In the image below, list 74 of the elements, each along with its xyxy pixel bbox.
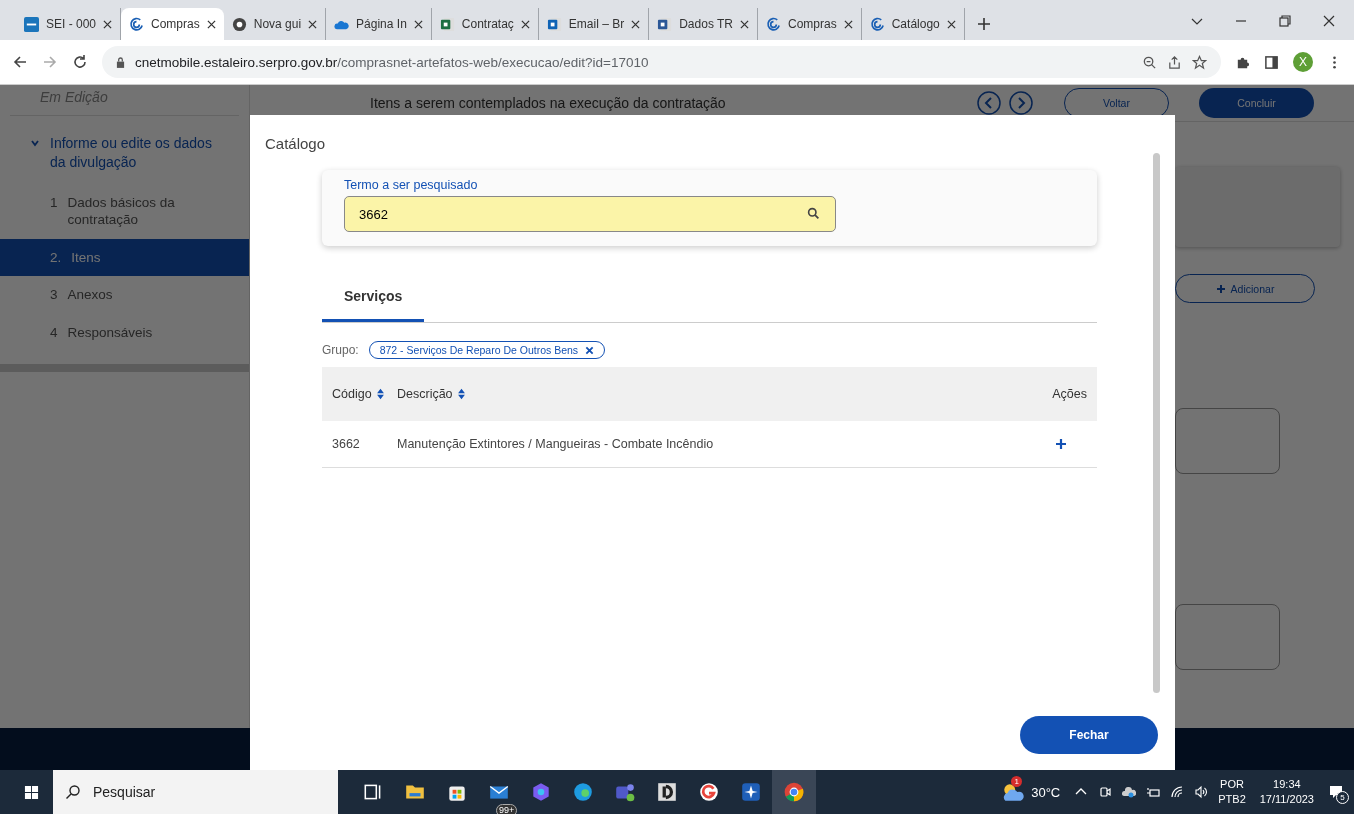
section-title: Itens a serem contemplados na execução da contratação [370, 95, 726, 111]
sort-icon[interactable] [375, 388, 385, 400]
sei-logo-icon [24, 16, 39, 32]
plus-icon [1215, 283, 1226, 294]
taskbar-search-field[interactable]: Pesquisar [53, 770, 338, 814]
windows-start-icon[interactable] [24, 784, 39, 800]
close-button[interactable]: Fechar [1020, 716, 1158, 754]
search-icon[interactable] [807, 207, 820, 220]
spiral-icon [129, 16, 145, 32]
teams-icon[interactable] [614, 781, 636, 803]
column-header[interactable]: Descrição [397, 387, 1047, 401]
close-icon[interactable] [413, 19, 423, 29]
remove-icon[interactable] [585, 345, 595, 355]
close-icon[interactable] [740, 19, 749, 29]
g-app-icon[interactable] [698, 781, 720, 803]
document-app-icon [439, 16, 455, 32]
tab[interactable]: Serviços [322, 276, 425, 322]
edge-browser-icon[interactable] [572, 781, 594, 803]
clock-time[interactable]: 19:34 [1273, 777, 1301, 792]
close-icon[interactable] [631, 19, 641, 29]
unread-badge: 99+ [496, 804, 518, 814]
side-panel-icon[interactable] [1264, 54, 1279, 70]
weather-badge: 1 [1011, 776, 1023, 787]
chevron-down-icon [30, 138, 40, 148]
table-cell-text: 3662 [332, 437, 361, 451]
close-icon[interactable] [946, 19, 956, 29]
chrome-icon [231, 16, 247, 32]
address-bar[interactable]: cnetmobile.estaleiro.serpro.gov.br/comprasnet-artefatos-web/execucao/edit?id=17010 [102, 46, 1221, 78]
chrome-taskbar-button[interactable] [772, 770, 816, 814]
restore-icon[interactable] [1278, 14, 1292, 28]
cloud-sync-icon[interactable] [1122, 785, 1137, 799]
add-icon[interactable] [1055, 438, 1067, 450]
zoom-out-icon[interactable] [1142, 54, 1157, 70]
reload-icon[interactable] [72, 54, 88, 70]
language-text[interactable]: POR [1220, 777, 1244, 792]
search-field[interactable]: 3662 [344, 196, 836, 232]
weather-icon[interactable] [1001, 781, 1026, 803]
filter-label: Grupo: [322, 343, 359, 357]
power-plug-icon[interactable] [1146, 785, 1161, 799]
notification-count: 5 [1336, 791, 1349, 804]
sort-icon[interactable] [456, 388, 466, 400]
new-tab-icon[interactable] [976, 17, 991, 31]
meeting-icon[interactable] [1098, 785, 1113, 799]
keyboard-layout-text[interactable]: PTB2 [1218, 792, 1246, 807]
field-label: Termo a ser pesquisado [344, 178, 479, 192]
lock-icon [116, 56, 125, 68]
document-app-icon [546, 16, 562, 32]
clock-date[interactable]: 17/11/2023 [1259, 792, 1314, 807]
star-icon[interactable] [1192, 54, 1207, 70]
browser-tab[interactable]: Compras [121, 8, 224, 40]
column-header: Ações [1051, 387, 1087, 401]
close-icon[interactable] [843, 19, 853, 29]
wifi-icon[interactable] [1170, 785, 1185, 799]
close-icon[interactable] [103, 19, 113, 29]
spiral-icon [766, 16, 781, 32]
close-icon[interactable] [1322, 14, 1336, 28]
close-icon[interactable] [520, 19, 530, 29]
spiral-icon [869, 16, 885, 32]
document-app-icon [657, 16, 673, 32]
letter-d-app-icon[interactable] [656, 781, 678, 803]
search-icon [65, 784, 81, 800]
column-header[interactable]: Código [332, 387, 397, 401]
star-app-icon[interactable] [740, 781, 762, 803]
back-arrow-icon[interactable] [12, 54, 28, 70]
scrollbar[interactable] [1153, 153, 1160, 693]
share-icon[interactable] [1167, 54, 1182, 70]
close-icon[interactable] [308, 19, 318, 29]
copilot-icon[interactable] [530, 781, 552, 803]
dialog-title: Catálogo [265, 135, 326, 152]
table-cell-text: Manutenção Extintores / Mangueiras - Combate Incêndio [397, 437, 715, 451]
speaker-icon[interactable] [1194, 785, 1209, 799]
close-icon[interactable] [206, 19, 216, 29]
chrome-icon [783, 781, 805, 803]
temperature-text: 30°C [1031, 784, 1061, 800]
